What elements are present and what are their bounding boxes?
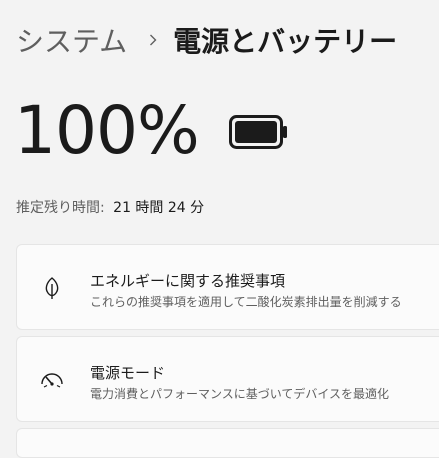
power-mode-card[interactable]: 電源モード 電力消費とパフォーマンスに基づいてデバイスを最適化	[16, 336, 439, 422]
chevron-right-icon	[149, 34, 157, 46]
card-title: 電源モード	[90, 364, 166, 382]
remaining-time-value: 21 時間 24 分	[113, 200, 205, 216]
page-title: 電源とバッテリー	[173, 25, 398, 58]
gauge-icon	[39, 367, 65, 393]
battery-fill	[234, 121, 277, 143]
energy-recommendations-card[interactable]: エネルギーに関する推奨事項 これらの推奨事項を適用して二酸化炭素排出量を削減する	[16, 244, 439, 330]
breadcrumb-system-link[interactable]: システム	[16, 20, 127, 60]
battery-status: 100%	[14, 98, 289, 164]
breadcrumb: システム 電源とバッテリー	[16, 20, 397, 60]
settings-card[interactable]	[16, 428, 439, 458]
battery-icon	[228, 115, 289, 153]
remaining-time-label: 推定残り時間:	[16, 200, 105, 216]
remaining-time: 推定残り時間: 21 時間 24 分	[16, 197, 204, 217]
card-title: エネルギーに関する推奨事項	[90, 272, 286, 290]
card-subtitle: これらの推奨事項を適用して二酸化炭素排出量を削減する	[90, 295, 402, 309]
card-subtitle: 電力消費とパフォーマンスに基づいてデバイスを最適化	[90, 387, 390, 401]
leaf-icon	[39, 275, 65, 301]
battery-percentage: 100%	[14, 92, 200, 169]
